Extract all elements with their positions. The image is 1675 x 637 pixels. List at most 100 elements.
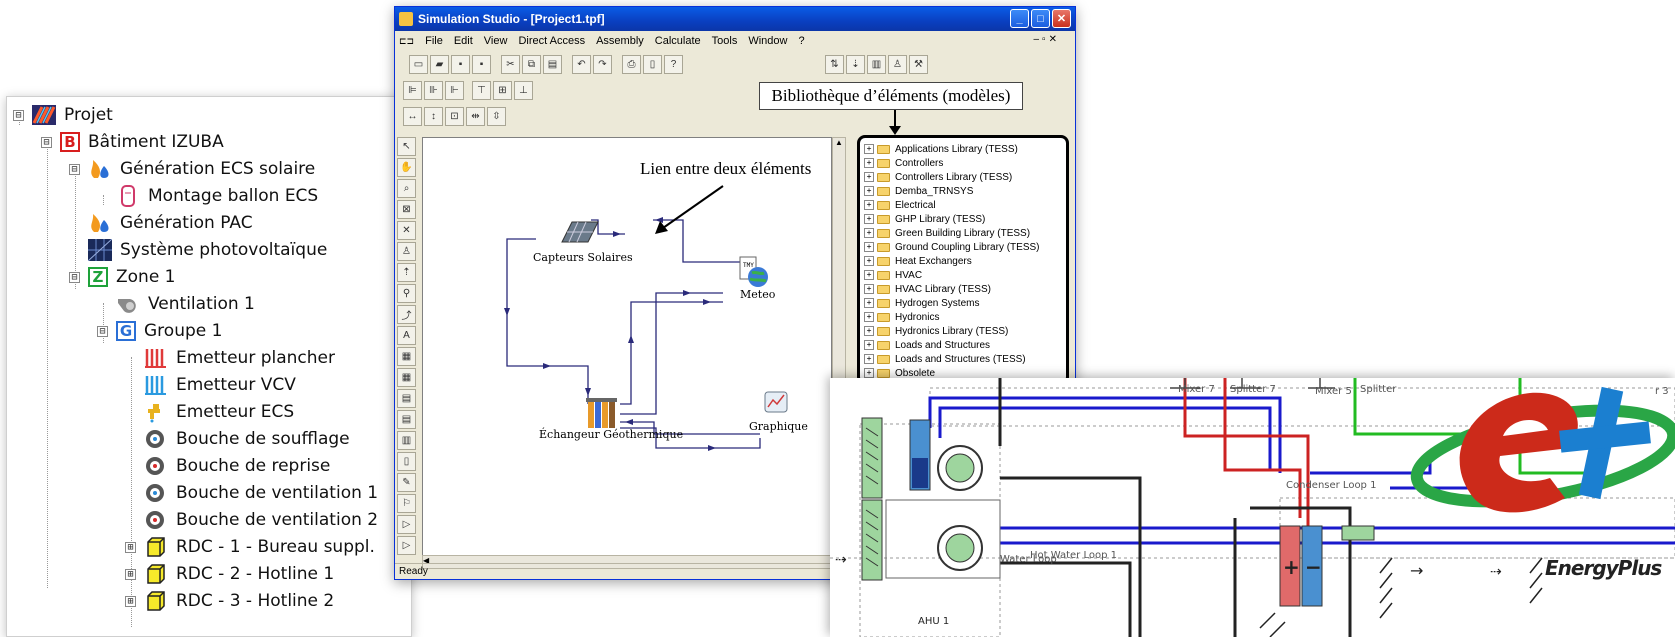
expand-icon[interactable]: +: [864, 284, 874, 294]
tree-item-ventilation-1[interactable]: Ventilation 1: [97, 290, 255, 318]
library-folder-item[interactable]: + HVAC: [860, 268, 1066, 282]
expand-icon[interactable]: +: [864, 354, 874, 364]
expand-icon[interactable]: +: [864, 158, 874, 168]
expand-icon[interactable]: ⊞: [125, 595, 136, 607]
menu-file[interactable]: File: [425, 35, 443, 47]
collapse-icon[interactable]: ⊟: [41, 136, 52, 148]
hand-icon[interactable]: ✋: [397, 158, 416, 177]
assembly-tool-icon[interactable]: ⚒: [909, 55, 928, 74]
wrench-icon[interactable]: ⚲: [397, 284, 416, 303]
assembly-canvas[interactable]: Capteurs Solaires TMY Meteo Échangeur Gé…: [422, 137, 832, 557]
tree-item-bouche-reprise[interactable]: Bouche de reprise: [125, 452, 330, 480]
menu-window[interactable]: Window: [748, 35, 787, 47]
open-folder-icon[interactable]: ▰: [430, 55, 449, 74]
solar-collector-icon[interactable]: [558, 218, 602, 246]
align-left-icon[interactable]: ⊫: [403, 81, 422, 100]
space-down-icon[interactable]: ⇳: [487, 107, 506, 126]
delete-icon[interactable]: ✕: [397, 221, 416, 240]
save-icon[interactable]: ▪: [451, 55, 470, 74]
tree-item-projet[interactable]: ⊟ Projet: [13, 101, 113, 129]
macro-icon[interactable]: ▦: [397, 347, 416, 366]
library-folder-item[interactable]: + Electrical: [860, 198, 1066, 212]
same-size-icon[interactable]: ⊡: [445, 107, 464, 126]
library-folder-item[interactable]: + Loads and Structures: [860, 338, 1066, 352]
mdi-controls[interactable]: –▫✕: [1034, 34, 1061, 45]
link-tool-icon[interactable]: ♙: [397, 242, 416, 261]
tree-item-emetteur-vcv[interactable]: Emetteur VCV: [125, 371, 296, 399]
plotter-icon[interactable]: [763, 390, 789, 416]
close-button[interactable]: ✕: [1052, 9, 1071, 28]
library-folder-item[interactable]: + Hydrogen Systems: [860, 296, 1066, 310]
text-tool-icon[interactable]: A: [397, 326, 416, 345]
new-file-icon[interactable]: ▭: [409, 55, 428, 74]
expand-icon[interactable]: +: [864, 144, 874, 154]
library-folder-item[interactable]: + Loads and Structures (TESS): [860, 352, 1066, 366]
help-icon[interactable]: ?: [664, 55, 683, 74]
scroll-up-icon[interactable]: ▲: [833, 138, 845, 147]
maximize-button[interactable]: □: [1031, 9, 1050, 28]
plugin-icon[interactable]: ▷: [397, 515, 416, 534]
menu-edit[interactable]: Edit: [454, 35, 473, 47]
library-folder-item[interactable]: + Heat Exchangers: [860, 254, 1066, 268]
expand-icon[interactable]: +: [864, 200, 874, 210]
tree-item-groupe-1[interactable]: ⊟ G Groupe 1: [97, 317, 222, 345]
library-folder-item[interactable]: + GHP Library (TESS): [860, 212, 1066, 226]
tree-item-generation-ecs-solaire[interactable]: ⊟ Génération ECS solaire: [69, 155, 315, 183]
library-folder-item[interactable]: + HVAC Library (TESS): [860, 282, 1066, 296]
align-middle-icon[interactable]: ⊞: [493, 81, 512, 100]
tree-item-generation-pac[interactable]: Génération PAC: [69, 209, 253, 237]
menu-calculate[interactable]: Calculate: [655, 35, 701, 47]
minimize-button[interactable]: _: [1010, 9, 1029, 28]
tree-item-bouche-soufflage[interactable]: Bouche de soufflage: [125, 425, 350, 453]
print-icon[interactable]: ⎙: [622, 55, 641, 74]
tree-item-rdc-3[interactable]: ⊞ RDC - 3 - Hotline 2: [125, 587, 334, 615]
link-tool-icon[interactable]: ⤴: [397, 305, 416, 324]
tree-item-bouche-ventilation-1[interactable]: Bouche de ventilation 1: [125, 479, 378, 507]
tree-item-photovoltaique[interactable]: Système photovoltaïque: [69, 236, 327, 264]
assembly-tool-icon[interactable]: ▥: [867, 55, 886, 74]
print-preview-icon[interactable]: ▯: [643, 55, 662, 74]
cut-icon[interactable]: ✂: [501, 55, 520, 74]
weather-globe-icon[interactable]: TMY: [736, 255, 772, 289]
library-folder-item[interactable]: + Hydronics: [860, 310, 1066, 324]
mdi-icon[interactable]: ⊏⊐: [399, 36, 414, 47]
undo-icon[interactable]: ↶: [572, 55, 591, 74]
tree-item-rdc-2[interactable]: ⊞ RDC - 2 - Hotline 1: [125, 560, 334, 588]
tree-item-montage-ballon[interactable]: Montage ballon ECS: [97, 182, 318, 210]
expand-icon[interactable]: +: [864, 172, 874, 182]
macro-icon[interactable]: ▥: [397, 431, 416, 450]
menu-view[interactable]: View: [484, 35, 508, 47]
library-folder-item[interactable]: + Demba_TRNSYS: [860, 184, 1066, 198]
expand-icon[interactable]: +: [864, 186, 874, 196]
plugin-icon[interactable]: ▷: [397, 536, 416, 555]
align-top-icon[interactable]: ⊤: [472, 81, 491, 100]
align-right-icon[interactable]: ⊩: [445, 81, 464, 100]
expand-icon[interactable]: +: [864, 340, 874, 350]
expand-icon[interactable]: +: [864, 326, 874, 336]
tree-item-zone-1[interactable]: ⊟ Z Zone 1: [69, 263, 176, 291]
align-center-icon[interactable]: ⊪: [424, 81, 443, 100]
same-height-icon[interactable]: ↕: [424, 107, 443, 126]
assembly-tool-icon[interactable]: ⇣: [846, 55, 865, 74]
same-width-icon[interactable]: ↔: [403, 107, 422, 126]
link-tool-icon[interactable]: ⇡: [397, 263, 416, 282]
zoom-area-icon[interactable]: ⊠: [397, 200, 416, 219]
menu-direct-access[interactable]: Direct Access: [518, 35, 585, 47]
expand-icon[interactable]: +: [864, 312, 874, 322]
tree-item-bouche-ventilation-2[interactable]: Bouche de ventilation 2: [125, 506, 378, 534]
paste-icon[interactable]: ▤: [543, 55, 562, 74]
macro-icon[interactable]: ▤: [397, 389, 416, 408]
library-folder-item[interactable]: + Controllers Library (TESS): [860, 170, 1066, 184]
collapse-icon[interactable]: ⊟: [13, 109, 24, 121]
library-folder-item[interactable]: + Ground Coupling Library (TESS): [860, 240, 1066, 254]
expand-icon[interactable]: +: [864, 368, 874, 378]
heat-exchanger-icon[interactable]: [586, 396, 622, 432]
macro-icon[interactable]: ▦: [397, 368, 416, 387]
align-bottom-icon[interactable]: ⊥: [514, 81, 533, 100]
menu-tools[interactable]: Tools: [712, 35, 738, 47]
tree-item-emetteur-plancher[interactable]: Emetteur plancher: [125, 344, 335, 372]
zoom-icon[interactable]: ⌕: [397, 179, 416, 198]
macro-icon[interactable]: ▤: [397, 410, 416, 429]
tree-item-batiment[interactable]: ⊟ B Bâtiment IZUBA: [41, 128, 224, 156]
expand-icon[interactable]: +: [864, 298, 874, 308]
